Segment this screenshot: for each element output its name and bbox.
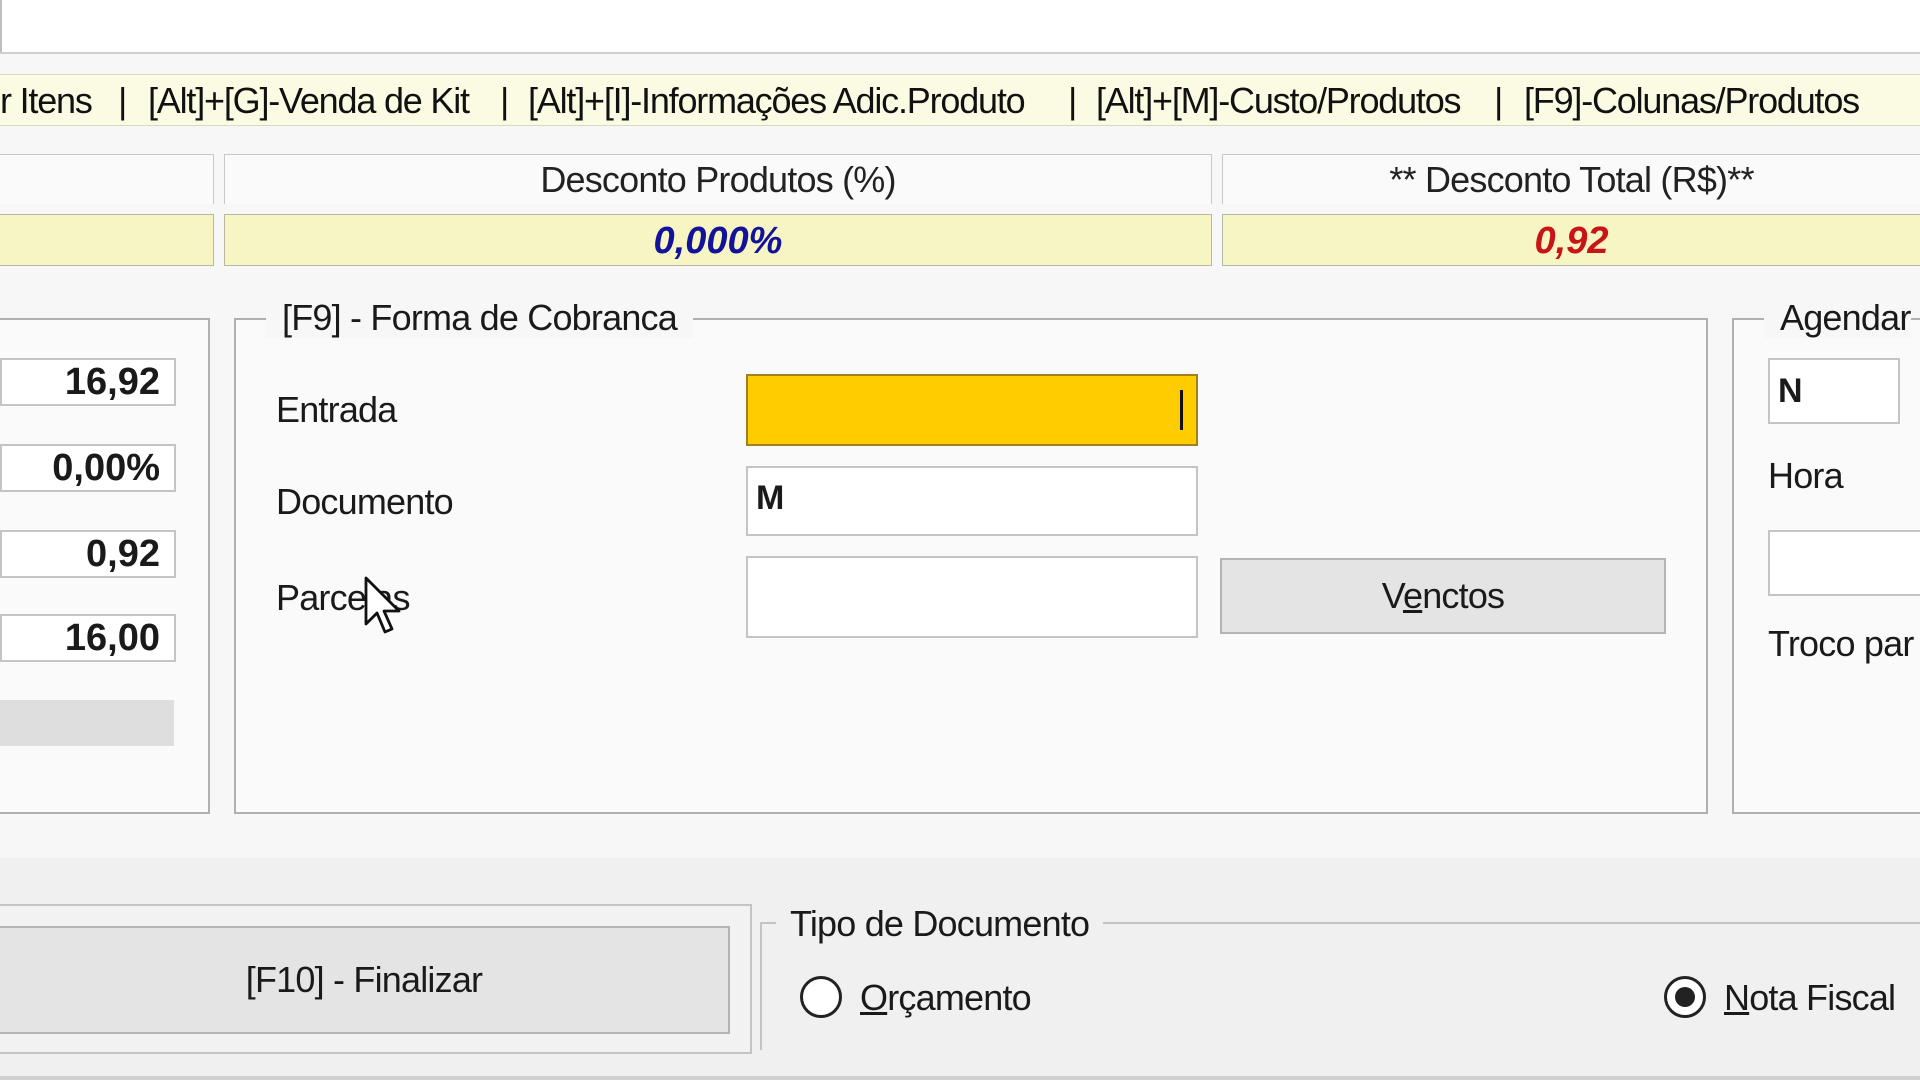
shortcut-colunas-produtos[interactable]: [F9]-Colunas/Produtos xyxy=(1524,75,1860,125)
shortcut-separator: | xyxy=(118,80,127,121)
orcamento-radio[interactable] xyxy=(800,976,842,1018)
shortcut-separator: | xyxy=(1494,80,1503,121)
header-desconto-produtos: Desconto Produtos (%) xyxy=(224,154,1212,204)
forma-cobranca-title: [F9] - Forma de Cobranca xyxy=(266,298,693,338)
text-caret xyxy=(1180,390,1183,430)
summary-disabled-bar xyxy=(0,700,174,746)
hora-label: Hora xyxy=(1768,455,1844,496)
bottom-divider xyxy=(0,1076,1920,1080)
agendar-title: Agendar xyxy=(1764,298,1911,338)
orcamento-hotkey: O xyxy=(860,977,888,1018)
parcelas-input[interactable] xyxy=(746,556,1198,638)
summary-desconto-valor: 0,92 xyxy=(0,530,176,578)
value-cell-left xyxy=(0,214,214,266)
orcamento-label[interactable]: Orçamento xyxy=(860,974,1032,1022)
documento-input[interactable]: M xyxy=(746,466,1198,536)
finalizar-button[interactable]: [F10] - Finalizar xyxy=(0,926,730,1034)
header-cell-left xyxy=(0,154,214,204)
entrada-label: Entrada xyxy=(276,389,397,430)
vencimentos-label-start: V xyxy=(1381,575,1404,616)
vencimentos-label-end: nctos xyxy=(1422,575,1505,616)
header-desconto-total: ** Desconto Total (R$)** xyxy=(1222,154,1920,204)
nota-fiscal-label[interactable]: Nota Fiscal xyxy=(1724,974,1896,1022)
vencimentos-label-hotkey: e xyxy=(1402,575,1423,616)
orcamento-text: rçamento xyxy=(887,977,1031,1018)
mouse-cursor-icon xyxy=(364,576,401,634)
shortcut-itens[interactable]: r Itens xyxy=(0,75,93,125)
agendar-input[interactable]: N xyxy=(1768,358,1900,424)
vencimentos-button[interactable]: Venctos xyxy=(1220,558,1666,634)
shortcut-info-adic-produto[interactable]: [Alt]+[I]-Informações Adic.Produto xyxy=(528,75,1026,125)
desconto-produtos-value: 0,000% xyxy=(224,214,1212,266)
troco-label: Troco par xyxy=(1768,623,1914,664)
summary-total-liquido: 16,00 xyxy=(0,614,176,662)
top-window-strip xyxy=(0,0,1920,54)
tipo-documento-title: Tipo de Documento xyxy=(776,904,1104,944)
radio-selected-dot xyxy=(1675,987,1695,1007)
desconto-total-value: 0,92 xyxy=(1222,214,1920,266)
shortcut-bar: r Itens | [Alt]+[G]-Venda de Kit | [Alt]… xyxy=(0,74,1920,126)
summary-total-bruto: 16,92 xyxy=(0,358,176,406)
shortcut-separator: | xyxy=(1068,80,1077,121)
shortcut-venda-kit[interactable]: [Alt]+[G]-Venda de Kit xyxy=(148,75,470,125)
window-left-edge xyxy=(0,0,2,52)
entrada-input[interactable] xyxy=(746,374,1198,446)
summary-desconto-percent: 0,00% xyxy=(0,444,176,492)
nota-fiscal-text: ota Fiscal xyxy=(1749,977,1896,1018)
nota-fiscal-hotkey: N xyxy=(1724,977,1750,1018)
shortcut-separator: | xyxy=(500,80,509,121)
hora-input[interactable] xyxy=(1768,530,1920,596)
shortcut-custo-produtos[interactable]: [Alt]+[M]-Custo/Produtos xyxy=(1096,75,1462,125)
documento-label: Documento xyxy=(276,481,454,522)
nota-fiscal-radio[interactable] xyxy=(1664,976,1706,1018)
